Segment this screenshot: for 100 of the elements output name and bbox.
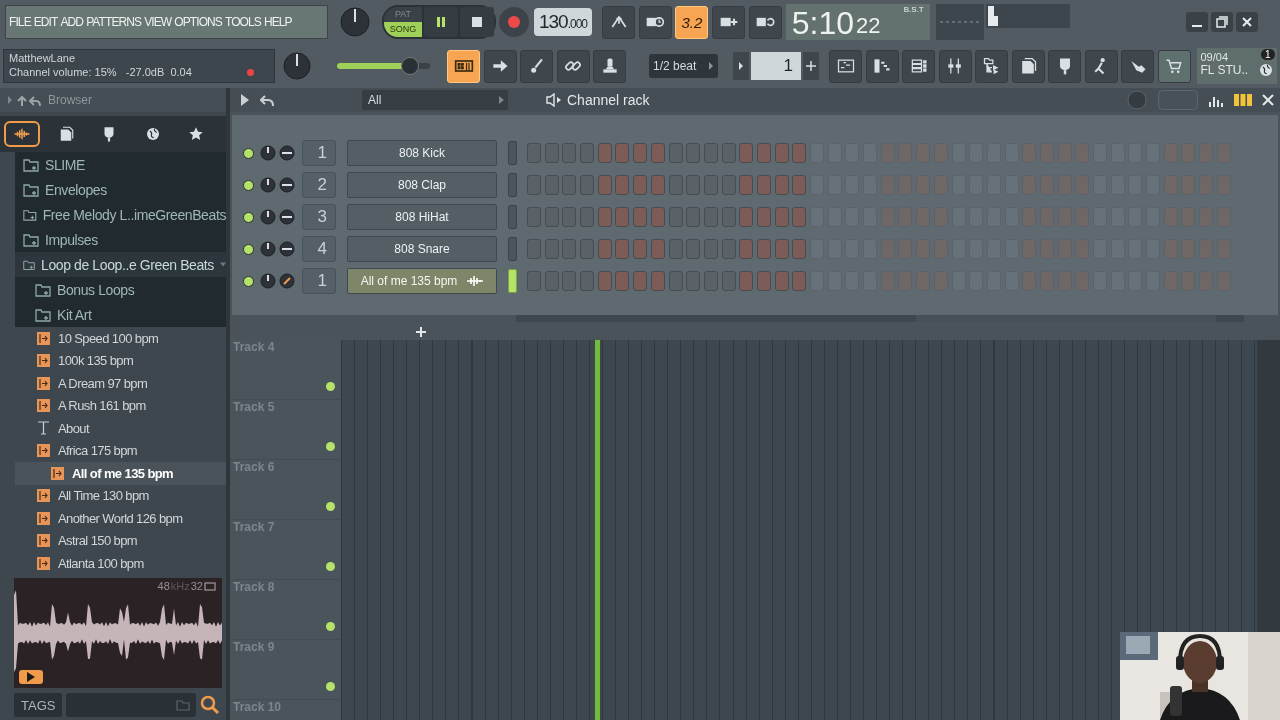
columns-icon[interactable] [1234, 94, 1252, 106]
stop-button[interactable] [460, 7, 494, 37]
playlist-button[interactable] [829, 49, 862, 83]
channel-led[interactable] [243, 147, 254, 159]
track-led[interactable] [326, 502, 335, 511]
step-button[interactable] [668, 175, 683, 195]
select-indicator[interactable] [508, 269, 517, 293]
figure-button[interactable] [1084, 49, 1118, 83]
stamp-tool-button[interactable] [593, 49, 626, 83]
menu-item[interactable]: FILE [9, 15, 31, 29]
step-button[interactable] [792, 175, 807, 195]
track-led[interactable] [326, 682, 335, 691]
step-button[interactable] [774, 271, 789, 291]
step-button[interactable] [668, 143, 683, 163]
step-button[interactable] [562, 207, 577, 227]
step-button[interactable] [739, 239, 754, 259]
folder-item[interactable]: Bonus Loops [15, 277, 226, 302]
menu-item[interactable]: EDIT [33, 15, 58, 29]
news-panel[interactable]: 09/04 FL STU.. 1 [1196, 48, 1277, 84]
knob[interactable] [279, 241, 295, 257]
select-indicator[interactable] [508, 205, 517, 229]
step-button[interactable] [615, 175, 630, 195]
loop-button[interactable] [748, 5, 782, 39]
sample-list-item[interactable]: Astral 150 bpm [15, 529, 226, 552]
knob[interactable] [283, 52, 311, 80]
knob[interactable] [260, 273, 276, 289]
step-button[interactable] [580, 143, 595, 163]
playhead[interactable] [595, 340, 600, 720]
swing-field[interactable] [1158, 90, 1198, 110]
step-button[interactable] [597, 239, 612, 259]
folder-item[interactable]: Impulses [15, 227, 226, 252]
knob[interactable] [260, 177, 276, 193]
cart-button[interactable] [1157, 49, 1191, 83]
undo-icon[interactable] [260, 94, 274, 106]
step-button[interactable] [527, 143, 541, 163]
step-button[interactable] [615, 207, 630, 227]
step-button[interactable] [792, 143, 807, 163]
step-button[interactable] [774, 143, 789, 163]
step-button[interactable] [686, 239, 701, 259]
sample-list-item[interactable]: 10 Speed 100 bpm [15, 327, 226, 350]
step-button[interactable] [792, 239, 807, 259]
track-led[interactable] [326, 442, 335, 451]
add-pattern-button[interactable] [803, 52, 819, 80]
step-button[interactable] [703, 207, 718, 227]
step-button[interactable] [633, 271, 648, 291]
step-button[interactable] [739, 175, 754, 195]
tag-search-field[interactable] [66, 693, 197, 717]
channel-led[interactable] [243, 243, 254, 255]
step-button[interactable] [792, 207, 807, 227]
folder-item[interactable]: Free Melody L..imeGreenBeats [15, 202, 226, 227]
channel-led[interactable] [243, 275, 254, 287]
rack-button[interactable] [902, 49, 935, 83]
step-button[interactable] [686, 175, 701, 195]
step-button[interactable] [774, 239, 789, 259]
step-button[interactable] [527, 239, 541, 259]
step-button[interactable] [686, 271, 701, 291]
play-button[interactable] [424, 7, 458, 37]
close-button[interactable] [1236, 12, 1258, 32]
step-button[interactable] [580, 271, 595, 291]
step-button[interactable] [562, 239, 577, 259]
step-button[interactable] [703, 271, 718, 291]
folder-tree-button[interactable] [975, 49, 1008, 83]
tempo-field[interactable]: 130.000 [534, 8, 592, 36]
hand-button[interactable] [1121, 49, 1154, 83]
keyboard-plus-button[interactable] [712, 5, 746, 39]
expand-caret-icon[interactable] [219, 262, 226, 267]
keyboard-tool-button[interactable] [447, 49, 480, 83]
pattern-field[interactable]: 1 [751, 52, 801, 80]
step-button[interactable] [686, 143, 701, 163]
step-button[interactable] [580, 207, 595, 227]
channel-button[interactable]: 808 Kick [347, 140, 497, 166]
sample-list-item[interactable]: Another World 126 bpm [15, 507, 226, 530]
step-button[interactable] [703, 175, 718, 195]
select-indicator[interactable] [508, 173, 517, 197]
step-button[interactable] [792, 271, 807, 291]
folder-item[interactable]: Kit Art [15, 302, 226, 327]
knob[interactable] [279, 273, 295, 289]
mixer-track-field[interactable]: 1 [302, 140, 336, 166]
horizontal-scrollbar[interactable] [516, 315, 1244, 322]
piano-roll-button[interactable] [865, 49, 899, 83]
slider-thumb[interactable] [400, 57, 419, 75]
previous-pattern-button[interactable] [733, 52, 749, 80]
mixer-track-field[interactable]: 4 [302, 236, 336, 262]
step-button[interactable] [650, 207, 665, 227]
menu-item[interactable]: PATTERNS [86, 15, 142, 29]
folder-item[interactable]: SLIME [15, 152, 226, 177]
channel-led[interactable] [243, 179, 254, 191]
step-button[interactable] [721, 271, 736, 291]
menu-item[interactable]: TOOLS [224, 15, 261, 29]
knob[interactable] [260, 241, 276, 257]
sample-list-item[interactable]: Atlanta 100 bpm [15, 552, 226, 575]
step-button[interactable] [703, 143, 718, 163]
sample-list-item[interactable]: Africa 175 bpm [15, 439, 226, 462]
step-button[interactable] [580, 175, 595, 195]
master-volume-slider[interactable] [337, 57, 430, 75]
step-button[interactable] [721, 143, 736, 163]
step-button[interactable] [774, 207, 789, 227]
step-button[interactable] [633, 207, 648, 227]
knob[interactable] [279, 177, 295, 193]
step-button[interactable] [703, 239, 718, 259]
